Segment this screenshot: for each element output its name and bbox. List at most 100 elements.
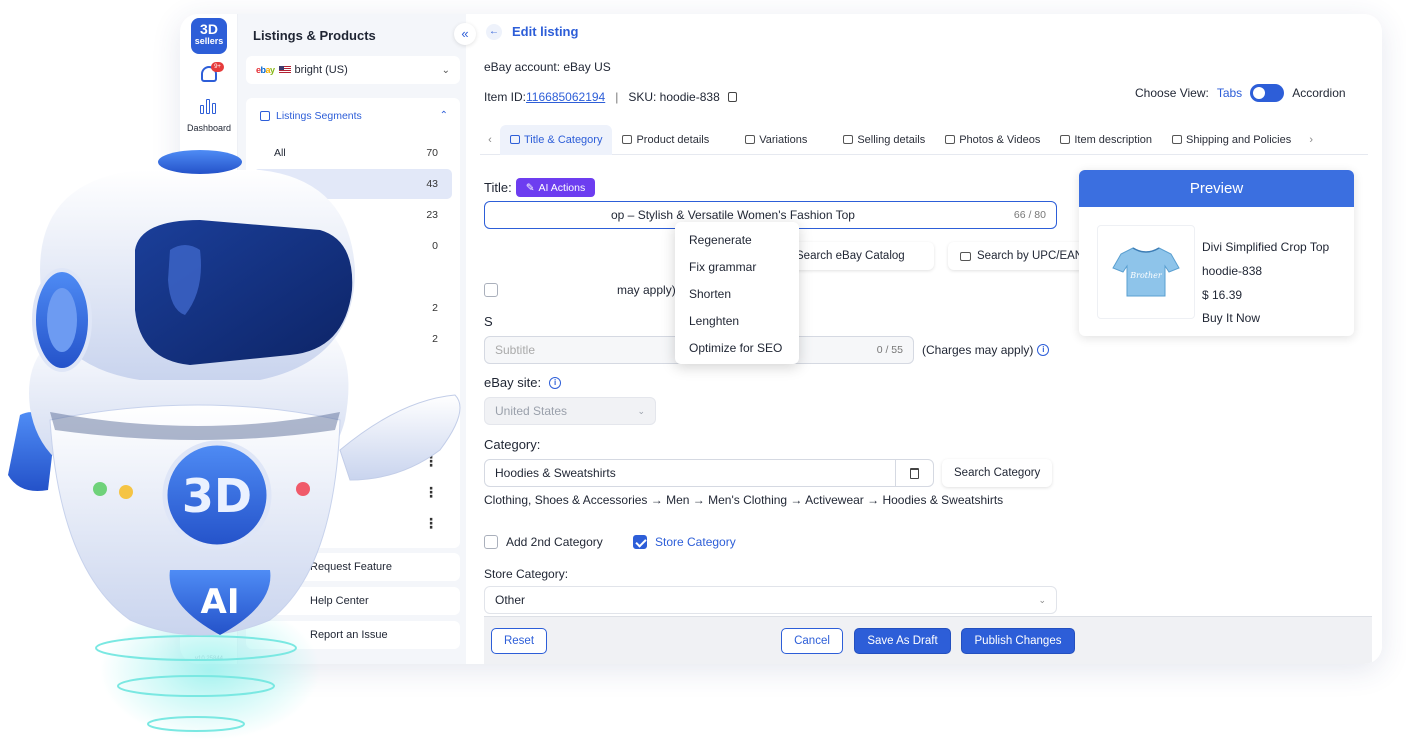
sidebar-title: Listings & Products bbox=[253, 28, 376, 43]
tab-product-details[interactable]: Product details bbox=[612, 125, 719, 155]
info-icon[interactable]: i bbox=[549, 376, 562, 389]
segment-all[interactable]: All 70 bbox=[254, 138, 452, 168]
dashboard-label[interactable]: Dashboard bbox=[180, 123, 238, 133]
action-footer: Reset Cancel Save As Draft Publish Chang… bbox=[484, 616, 1372, 664]
magic-wand-icon: ✎ bbox=[525, 181, 535, 194]
choose-view-label: Choose View: bbox=[1135, 86, 1209, 100]
info-icon[interactable]: i bbox=[1037, 344, 1050, 356]
segment-custom[interactable]: ⋮ bbox=[254, 446, 452, 476]
icon-rail: 3D sellers 9+ Dashboard v10.25844 bbox=[180, 14, 238, 664]
view-tabs-option[interactable]: Tabs bbox=[1217, 86, 1242, 100]
tab-label: Photos & Videos bbox=[959, 133, 1041, 146]
tab-variations[interactable]: Variations bbox=[735, 125, 817, 155]
view-toggle[interactable] bbox=[1250, 84, 1285, 102]
preview-title: Divi Simplified Crop Top bbox=[1202, 240, 1330, 254]
segment-label: Segments bbox=[274, 363, 317, 375]
title-icon bbox=[510, 135, 520, 144]
chevron-up-icon[interactable]: ⌃ bbox=[440, 110, 448, 121]
charges-note: may apply) bbox=[617, 283, 676, 297]
tab-item-description[interactable]: Item description bbox=[1050, 125, 1162, 155]
segment-active[interactable]: Active 43 bbox=[254, 169, 452, 199]
store-category-check-label[interactable]: Store Category bbox=[655, 535, 736, 549]
notification-badge: 9+ bbox=[211, 62, 224, 72]
image-icon bbox=[945, 135, 956, 144]
ai-actions-label: AI Actions bbox=[538, 181, 586, 194]
title-option-checkbox[interactable] bbox=[484, 283, 498, 297]
segment-count: 43 bbox=[426, 178, 438, 190]
search-category-button[interactable]: Search Category bbox=[942, 459, 1053, 487]
menu-item-shorten[interactable]: Shorten bbox=[675, 280, 799, 307]
more-options-icon[interactable]: ⋮ bbox=[424, 516, 438, 530]
menu-item-optimize-seo[interactable]: Optimize for SEO bbox=[675, 334, 799, 361]
tab-label: Selling details bbox=[857, 133, 926, 146]
menu-item-regenerate[interactable]: Regenerate bbox=[675, 226, 799, 253]
chevron-down-icon: ⌄ bbox=[1038, 594, 1046, 605]
product-image: Brother bbox=[1097, 225, 1195, 319]
report-issue-button[interactable]: Report an Issue bbox=[246, 621, 460, 649]
save-draft-button[interactable]: Save As Draft bbox=[854, 628, 951, 654]
ai-actions-button[interactable]: ✎ AI Actions bbox=[516, 178, 595, 197]
back-arrow-icon[interactable]: ← bbox=[486, 24, 502, 40]
account-selector[interactable]: ebay bright (US) ⌄ bbox=[246, 56, 460, 84]
preview-card: Preview Brother Divi Simplified Crop Top… bbox=[1079, 170, 1354, 336]
store-category-select[interactable]: Other ⌄ bbox=[484, 586, 1057, 614]
segment-drafts[interactable]: Drafts 23 bbox=[254, 200, 452, 230]
segment-custom[interactable]: Segment5 ⋮ bbox=[254, 508, 452, 538]
segment-item[interactable]: 2 bbox=[254, 293, 452, 323]
dashboard-icon[interactable] bbox=[200, 98, 218, 114]
tab-selling-details[interactable]: Selling details bbox=[833, 125, 935, 155]
category-value: Hoodies & Sweatshirts bbox=[495, 466, 616, 480]
collapse-sidebar-icon[interactable]: « bbox=[454, 23, 476, 45]
subtitle-label: S bbox=[484, 314, 493, 329]
segment-custom[interactable]: Segment1 bbox=[254, 383, 452, 413]
reset-button[interactable]: Reset bbox=[491, 628, 547, 654]
subtitle-charges-text: (Charges may apply) bbox=[922, 343, 1034, 357]
logo-text: 3D bbox=[200, 21, 218, 37]
segment-label: Segment5 bbox=[274, 517, 322, 529]
subtitle-char-count: 0 / 55 bbox=[876, 344, 903, 356]
category-input[interactable]: Hoodies & Sweatshirts bbox=[484, 459, 934, 487]
preview-format: Buy It Now bbox=[1202, 311, 1261, 325]
menu-item-fix-grammar[interactable]: Fix grammar bbox=[675, 253, 799, 280]
copy-icon[interactable] bbox=[727, 92, 737, 102]
more-options-icon[interactable]: ⋮ bbox=[424, 454, 438, 468]
app-logo[interactable]: 3D sellers bbox=[191, 18, 227, 54]
chevron-right-icon[interactable]: › bbox=[1301, 134, 1321, 146]
segments-panel: Listings Segments ⌃ All 70 Active 43 Draft… bbox=[246, 98, 460, 548]
segment-item[interactable]: 0 bbox=[254, 231, 452, 261]
menu-item-lengthen[interactable]: Lenghten bbox=[675, 307, 799, 334]
preview-price: $ 16.39 bbox=[1202, 288, 1243, 302]
tab-title-category[interactable]: Title & Category bbox=[500, 124, 613, 155]
segment-custom[interactable]: ⋮ bbox=[254, 477, 452, 507]
page-title: Edit listing bbox=[512, 24, 579, 39]
cancel-button[interactable]: Cancel bbox=[781, 628, 843, 654]
separator: | bbox=[615, 90, 619, 104]
tab-photos-videos[interactable]: Photos & Videos bbox=[935, 125, 1050, 155]
tab-bar: ‹ Title & Category Product details Varia… bbox=[480, 124, 1368, 155]
segment-sku[interactable]: SKU 2 bbox=[254, 324, 452, 354]
add-2nd-category-label[interactable]: Add 2nd Category bbox=[506, 535, 603, 549]
chevron-left-icon[interactable]: ‹ bbox=[480, 134, 500, 146]
tab-shipping-policies[interactable]: Shipping and Policies bbox=[1162, 125, 1301, 155]
trash-icon[interactable] bbox=[895, 460, 933, 486]
ebay-site-text: eBay site: bbox=[484, 375, 542, 390]
help-center-button[interactable]: Help Center bbox=[246, 587, 460, 615]
barcode-icon bbox=[960, 251, 971, 261]
view-accordion-option[interactable]: Accordion bbox=[1292, 86, 1345, 100]
segment-label: All bbox=[274, 147, 286, 159]
segment-count: 70 bbox=[426, 147, 438, 159]
truck-icon bbox=[1172, 135, 1183, 144]
store-category-checkbox[interactable] bbox=[633, 535, 647, 549]
segments-header[interactable]: Listings Segments bbox=[260, 110, 362, 122]
ebay-logo-icon: ebay bbox=[256, 65, 275, 75]
more-options-icon[interactable]: ⋮ bbox=[424, 485, 438, 499]
segment-count: 0 bbox=[432, 240, 438, 252]
document-icon bbox=[1060, 135, 1071, 144]
request-feature-button[interactable]: Request Feature bbox=[246, 553, 460, 581]
add-2nd-category-checkbox[interactable] bbox=[484, 535, 498, 549]
account-name: bright (US) bbox=[294, 64, 348, 76]
item-id-link[interactable]: 116685062194 bbox=[526, 90, 605, 104]
item-id-label: Item ID: bbox=[484, 90, 527, 104]
segments-icon bbox=[260, 111, 270, 121]
publish-changes-button[interactable]: Publish Changes bbox=[961, 628, 1075, 654]
